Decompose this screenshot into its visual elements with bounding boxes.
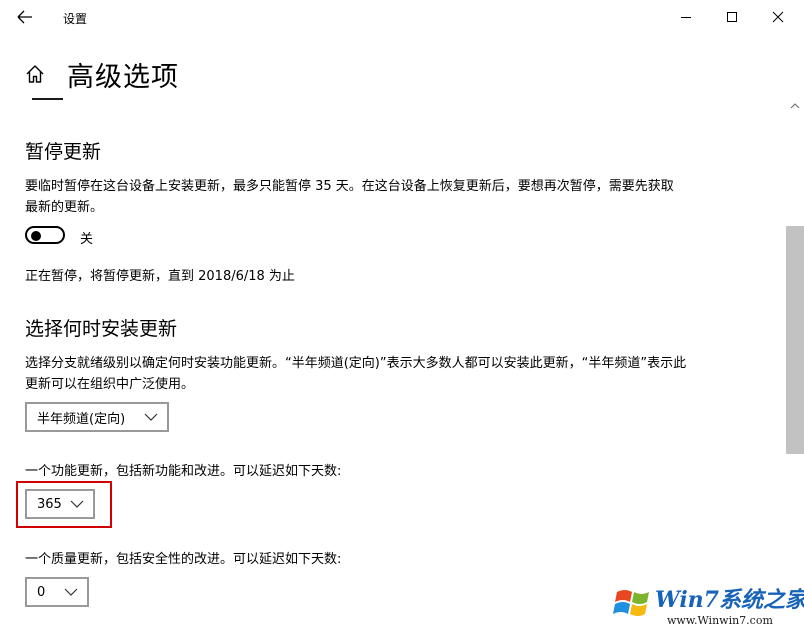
- branch-dropdown[interactable]: 半年频道(定向): [25, 402, 169, 432]
- windows-logo-icon: [613, 590, 649, 616]
- pause-description-line1: 要临时暂停在这台设备上安装更新，最多只能暂停 35 天。在这台设备上恢复更新后，…: [25, 179, 674, 194]
- quality-update-label: 一个质量更新，包括安全性的改进。可以延迟如下天数:: [25, 552, 342, 567]
- back-arrow-icon: [17, 10, 32, 24]
- feature-days-dropdown[interactable]: 365: [25, 489, 95, 519]
- feature-days-value: 365: [37, 496, 62, 512]
- quality-days-value: 0: [37, 584, 46, 600]
- watermark: Win7系统之家 www.Winwin7.com: [603, 576, 804, 635]
- title-underline: [32, 98, 63, 100]
- back-button[interactable]: [14, 8, 36, 26]
- close-icon: [772, 11, 784, 23]
- feature-update-label: 一个功能更新，包括新功能和改进。可以延迟如下天数:: [25, 464, 342, 479]
- title-bar: 设置: [0, 0, 804, 34]
- window-title: 设置: [63, 12, 88, 26]
- install-heading: 选择何时安装更新: [25, 318, 178, 340]
- pause-heading: 暂停更新: [25, 141, 102, 163]
- chevron-down-icon: [64, 588, 78, 596]
- page-title: 高级选项: [67, 62, 179, 93]
- chevron-down-icon: [70, 500, 84, 508]
- minimize-button[interactable]: [663, 0, 709, 34]
- minimize-icon: [681, 17, 691, 18]
- maximize-icon: [727, 12, 737, 22]
- close-button[interactable]: [755, 0, 801, 34]
- install-description-line1: 选择分支就绪级别以确定何时安装功能更新。“半年频道(定向)”表示大多数人都可以安…: [25, 356, 687, 371]
- home-icon: [26, 65, 44, 83]
- pause-status: 正在暂停，将暂停更新，直到 2018/6/18 为止: [25, 269, 295, 284]
- chevron-up-icon: [790, 103, 800, 109]
- maximize-button[interactable]: [709, 0, 755, 34]
- pause-description-line2: 最新的更新。: [25, 200, 104, 215]
- branch-dropdown-value: 半年频道(定向): [37, 411, 126, 427]
- scroll-up-button[interactable]: [786, 97, 804, 115]
- home-button[interactable]: [24, 63, 46, 85]
- pause-toggle-label: 关: [80, 232, 94, 247]
- install-description-line2: 更新可以在组织中广泛使用。: [25, 377, 195, 392]
- watermark-brand: Win7系统之家: [655, 587, 804, 613]
- watermark-url: www.Winwin7.com: [667, 614, 773, 627]
- chevron-down-icon: [144, 413, 158, 421]
- toggle-knob: [31, 231, 41, 241]
- scrollbar-thumb[interactable]: [786, 226, 804, 454]
- quality-days-dropdown[interactable]: 0: [25, 577, 89, 607]
- pause-toggle[interactable]: [25, 226, 65, 244]
